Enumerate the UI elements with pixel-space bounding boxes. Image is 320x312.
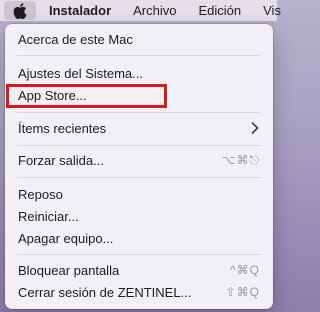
menubar-view[interactable]: Vis xyxy=(263,3,281,18)
menu-item-restart[interactable]: Reiniciar... xyxy=(5,205,273,227)
menu-item-label: Ítems recientes xyxy=(18,120,107,136)
menu-separator xyxy=(17,145,261,146)
menu-item-label: Apagar equipo... xyxy=(18,230,114,246)
highlight-annotation-box xyxy=(6,84,167,108)
menu-item-shut-down[interactable]: Apagar equipo... xyxy=(5,227,273,249)
keyboard-shortcut: ⌥⌘⎋ xyxy=(221,152,260,167)
menu-separator xyxy=(17,55,261,56)
menu-item-label: Cerrar sesión de ZENTINEL... xyxy=(18,284,192,300)
menu-item-system-settings[interactable]: Ajustes del Sistema... xyxy=(5,62,273,84)
menubar-app-installer[interactable]: Instalador xyxy=(49,3,111,18)
menu-item-label: Ajustes del Sistema... xyxy=(18,65,143,81)
apple-menu-dropdown: Acerca de este Mac Ajustes del Sistema..… xyxy=(5,24,273,309)
menu-item-label: Reposo xyxy=(18,186,63,202)
chevron-right-icon xyxy=(251,122,259,134)
menu-separator xyxy=(17,177,261,178)
menu-item-label: Reiniciar... xyxy=(18,208,79,224)
menu-item-force-quit[interactable]: Forzar salida... ⌥⌘⎋ xyxy=(5,149,273,171)
keyboard-shortcut: ^⌘Q xyxy=(230,263,260,277)
keyboard-shortcut: ⇧⌘Q xyxy=(225,285,260,299)
menu-separator xyxy=(17,112,261,113)
menu-item-sleep[interactable]: Reposo xyxy=(5,183,273,205)
menu-separator xyxy=(17,254,261,255)
menu-item-log-out[interactable]: Cerrar sesión de ZENTINEL... ⇧⌘Q xyxy=(5,281,273,303)
menu-item-about[interactable]: Acerca de este Mac xyxy=(5,28,273,50)
apple-logo-icon[interactable] xyxy=(13,2,27,19)
menu-item-label: Forzar salida... xyxy=(18,152,104,168)
menubar-edit[interactable]: Edición xyxy=(198,3,241,18)
menu-item-label: Acerca de este Mac xyxy=(18,31,133,47)
menubar-file[interactable]: Archivo xyxy=(133,3,176,18)
menu-item-label: Bloquear pantalla xyxy=(18,262,120,278)
menu-item-recent-items[interactable]: Ítems recientes xyxy=(5,117,273,139)
menu-item-lock-screen[interactable]: Bloquear pantalla ^⌘Q xyxy=(5,259,273,281)
menu-bar: Instalador Archivo Edición Vis xyxy=(0,0,281,21)
